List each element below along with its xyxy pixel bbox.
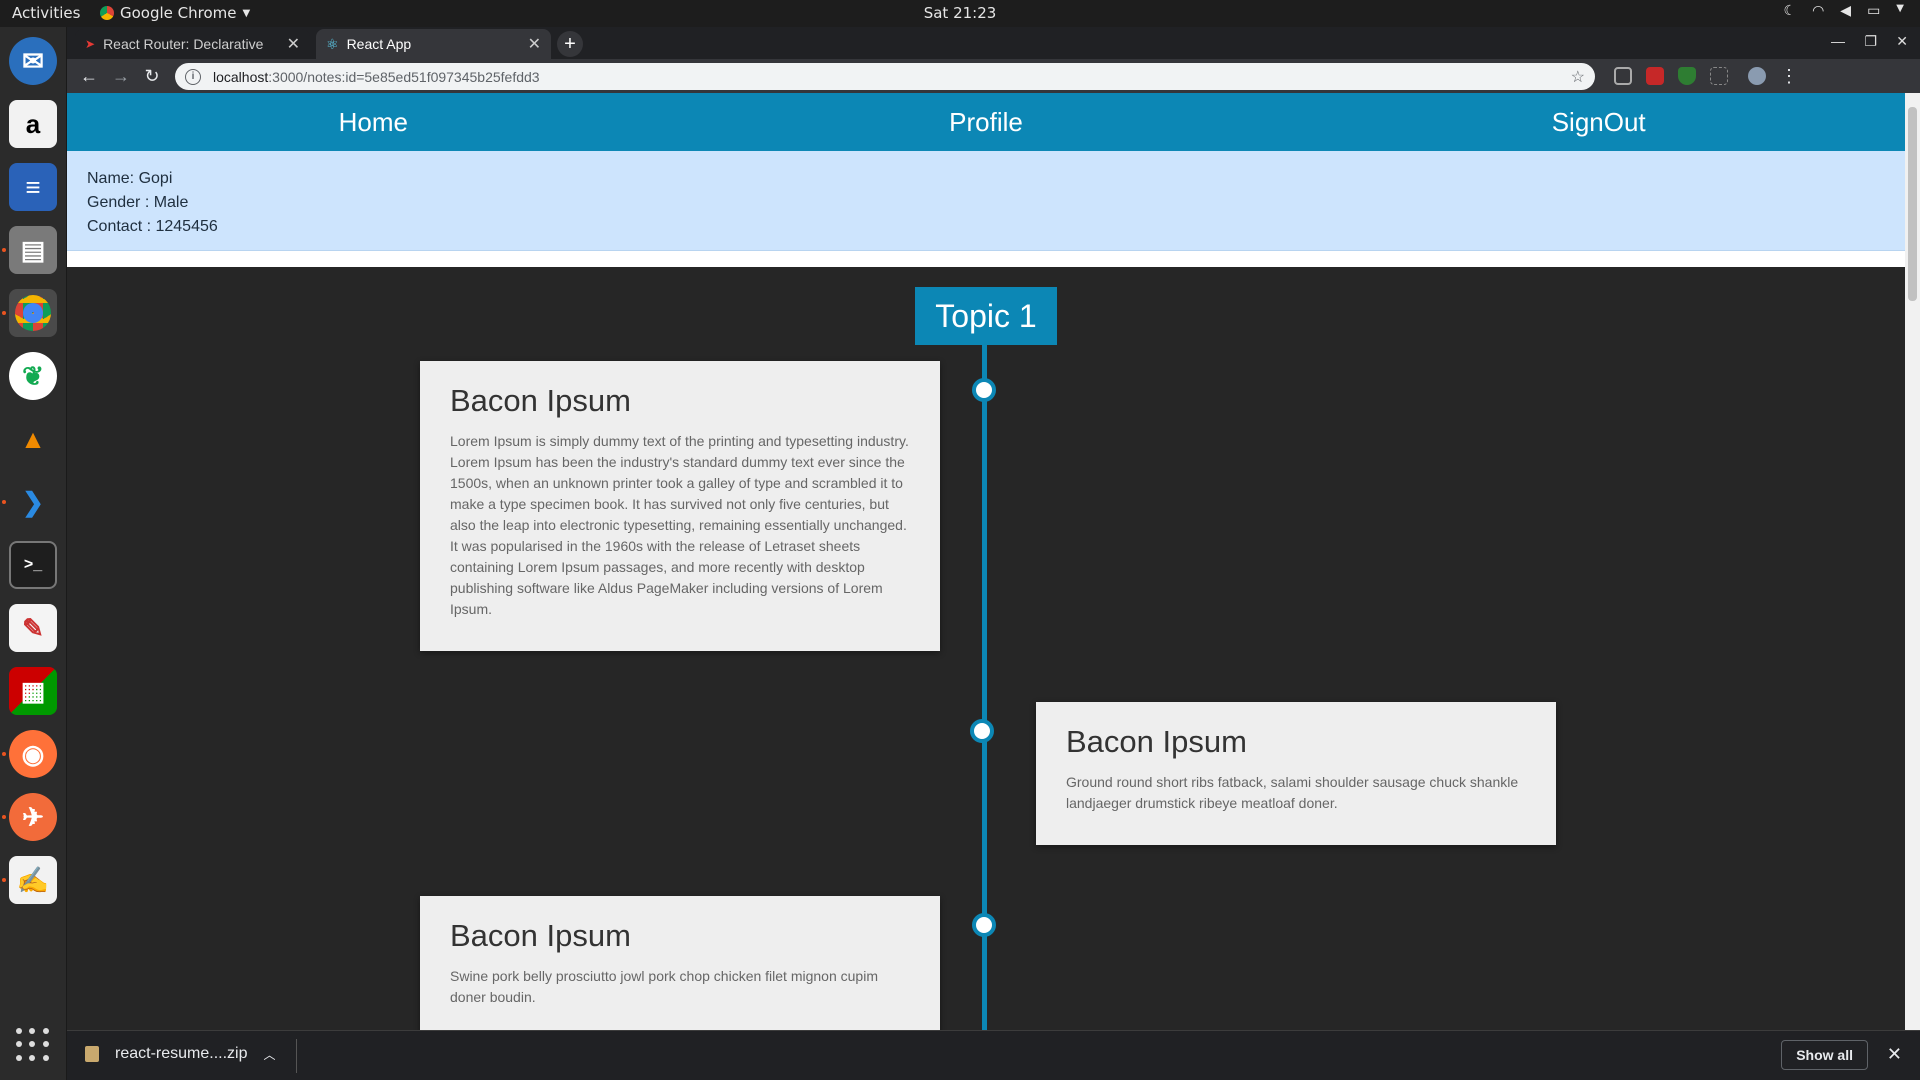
card-title: Bacon Ipsum	[450, 383, 631, 418]
timeline-dot	[972, 378, 996, 402]
card-body: Lorem Ipsum is simply dummy text of the …	[450, 433, 909, 617]
zip-file-icon	[85, 1046, 99, 1062]
vscode-icon[interactable]: ❯	[9, 478, 57, 526]
app-grid-icon[interactable]: ▦	[9, 667, 57, 715]
divider	[67, 251, 1905, 267]
page-viewport: Home Profile SignOut Name: Gopi Gender :…	[67, 93, 1905, 1030]
react-router-favicon-icon: ➤	[85, 37, 96, 51]
postman-icon[interactable]: ✈	[9, 793, 57, 841]
browser-window: ➤ React Router: Declarative ✕ ⚛ React Ap…	[67, 27, 1920, 1080]
close-icon[interactable]: ✕	[287, 34, 300, 54]
show-applications-icon[interactable]	[16, 1028, 50, 1062]
back-icon[interactable]: ←	[77, 65, 101, 87]
card-title: Bacon Ipsum	[1066, 724, 1247, 759]
user-contact: Contact : 1245456	[87, 218, 218, 235]
url-path: :3000/notes:id=5e85ed51f097345b25fefdd3	[268, 68, 540, 85]
timeline-card: Bacon Ipsum Swine pork belly prosciutto …	[420, 896, 940, 1030]
extension-icon[interactable]	[1710, 67, 1728, 85]
battery-icon: ▭	[1867, 3, 1881, 19]
close-icon[interactable]: ✕	[528, 34, 541, 54]
divider	[296, 1039, 297, 1073]
tab-title: React Router: Declarative	[103, 36, 264, 52]
volume-icon: ◀	[1840, 3, 1852, 19]
extension-red-icon[interactable]	[1646, 67, 1664, 85]
react-favicon-icon: ⚛	[326, 35, 339, 52]
tab-react-app[interactable]: ⚛ React App ✕	[316, 29, 551, 59]
running-indicator	[2, 500, 6, 504]
card-title: Bacon Ipsum	[450, 918, 631, 953]
chrome-icon[interactable]	[9, 289, 57, 337]
browser-toolbar: ← → ↻ i localhost :3000/notes:id=5e85ed5…	[67, 59, 1920, 93]
user-name: Name: Gopi	[87, 170, 173, 187]
system-top-bar: Activities Google Chrome ▼ Sat 21:23 ☾ ◠…	[0, 0, 1920, 27]
user-info-panel: Name: Gopi Gender : Male Contact : 12454…	[67, 151, 1905, 251]
terminal-icon[interactable]: >_	[9, 541, 57, 589]
cast-icon[interactable]	[1614, 67, 1632, 85]
document-viewer-icon[interactable]: ✎	[9, 604, 57, 652]
running-indicator	[2, 815, 6, 819]
dock: ✉ a ≡ ▤ ❦ ▲ ❯ >_ ✎ ▦ ◉ ✈ ✍	[0, 27, 67, 1080]
avatar[interactable]	[1748, 67, 1766, 85]
info-icon[interactable]: i	[185, 68, 201, 85]
chevron-up-icon[interactable]: ︿	[263, 1046, 275, 1063]
nav-home-link[interactable]: Home	[67, 107, 680, 138]
nav-signout-link[interactable]: SignOut	[1292, 107, 1905, 138]
download-shelf: react-resume....zip ︿ Show all ✕	[67, 1030, 1920, 1080]
timeline-card: Bacon Ipsum Ground round short ribs fatb…	[1036, 702, 1556, 845]
maximize-icon[interactable]: ❐	[1864, 33, 1877, 50]
night-light-icon: ☾	[1783, 3, 1797, 19]
shield-icon[interactable]	[1678, 67, 1696, 85]
mongodb-compass-icon[interactable]: ❦	[9, 352, 57, 400]
system-tray[interactable]: ☾ ◠ ◀ ▭ ▼	[1784, 3, 1905, 19]
app-navbar: Home Profile SignOut	[67, 93, 1905, 151]
writer-icon[interactable]: ≡	[9, 163, 57, 211]
files-icon[interactable]: ▤	[9, 226, 57, 274]
close-window-icon[interactable]: ✕	[1896, 33, 1908, 50]
timeline-card: Bacon Ipsum Lorem Ipsum is simply dummy …	[420, 361, 940, 651]
url-host: localhost	[213, 68, 269, 85]
minimize-icon[interactable]: —	[1831, 33, 1845, 49]
scrollbar-thumb[interactable]	[1908, 107, 1917, 301]
tab-react-router[interactable]: ➤ React Router: Declarative ✕	[75, 29, 310, 59]
thunderbird-icon[interactable]: ✉	[9, 37, 57, 85]
show-all-button[interactable]: Show all	[1781, 1040, 1868, 1070]
page-scrollbar[interactable]	[1905, 93, 1920, 1030]
reload-icon[interactable]: ↻	[140, 65, 164, 87]
running-indicator	[2, 248, 6, 252]
wifi-icon: ◠	[1812, 3, 1825, 19]
running-indicator	[2, 752, 6, 756]
new-tab-button[interactable]: +	[557, 31, 583, 57]
amazon-icon[interactable]: a	[9, 100, 57, 148]
topic-heading: Topic 1	[915, 287, 1057, 345]
clock[interactable]: Sat 21:23	[0, 4, 1920, 22]
timeline-dot	[972, 913, 996, 937]
running-indicator	[2, 311, 6, 315]
download-filename: react-resume....zip	[115, 1045, 248, 1062]
tab-strip: ➤ React Router: Declarative ✕ ⚛ React Ap…	[67, 27, 1920, 59]
card-body: Swine pork belly prosciutto jowl pork ch…	[450, 968, 878, 1005]
tab-title: React App	[346, 36, 412, 52]
text-editor-icon[interactable]: ✍	[9, 856, 57, 904]
user-gender: Gender : Male	[87, 194, 189, 211]
menu-icon[interactable]: ⋮	[1777, 65, 1801, 87]
download-item[interactable]: react-resume....zip ︿	[85, 1045, 276, 1063]
bookmark-star-icon[interactable]: ☆	[1571, 67, 1585, 87]
vlc-icon[interactable]: ▲	[9, 415, 57, 463]
timeline-dot	[970, 719, 994, 743]
nav-profile-link[interactable]: Profile	[680, 107, 1293, 138]
running-indicator	[2, 878, 6, 882]
timeline: Topic 1 Bacon Ipsum Lorem Ipsum is simpl…	[67, 267, 1905, 1030]
address-bar[interactable]: i localhost :3000/notes:id=5e85ed51f0973…	[175, 63, 1595, 90]
close-icon[interactable]: ✕	[1887, 1044, 1902, 1065]
chevron-down-icon: ▼	[1896, 3, 1904, 14]
forward-icon[interactable]: →	[109, 65, 133, 87]
firefox-icon[interactable]: ◉	[9, 730, 57, 778]
card-body: Ground round short ribs fatback, salami …	[1066, 774, 1519, 811]
